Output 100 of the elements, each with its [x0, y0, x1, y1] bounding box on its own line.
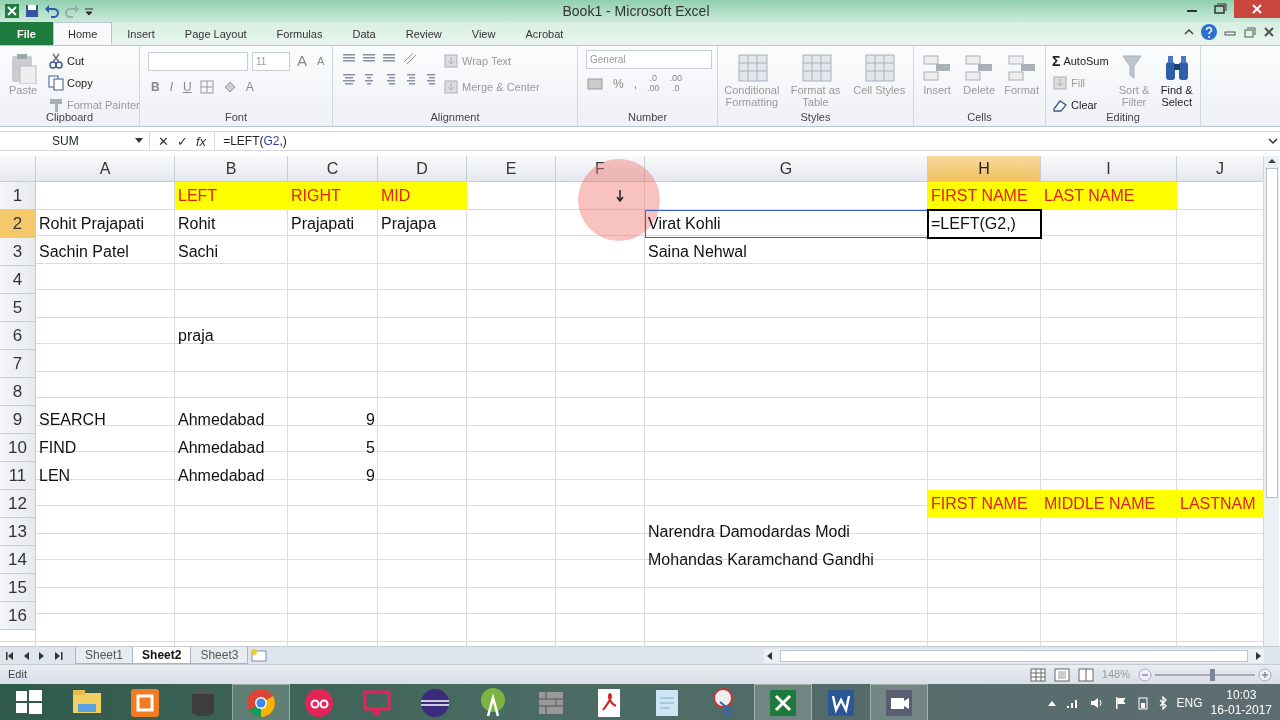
row-header[interactable]: 3 — [0, 238, 36, 266]
table-cell[interactable]: MID — [378, 182, 467, 210]
ribbon-tab[interactable]: Page Layout — [169, 22, 262, 45]
ribbon-tab[interactable]: Home — [52, 22, 113, 45]
table-cell[interactable]: Ahmedabad — [175, 406, 288, 434]
column-header[interactable]: A — [36, 156, 175, 182]
table-cell[interactable]: FIRST NAME — [928, 490, 1041, 518]
battery-icon[interactable] — [1136, 696, 1149, 710]
save-icon[interactable] — [24, 3, 40, 19]
table-cell[interactable]: Ahmedabad — [175, 434, 288, 462]
table-cell[interactable]: Narendra Damodardas Modi — [645, 518, 928, 546]
sheet-tab[interactable]: Sheet2 — [132, 647, 192, 664]
row-header[interactable]: 9 — [0, 406, 36, 434]
customize-icon[interactable] — [84, 5, 94, 17]
ribbon-button[interactable]: Σ AutoSum — [1050, 50, 1111, 72]
table-cell[interactable]: praja — [175, 322, 288, 350]
enter-button[interactable]: ✓ — [177, 132, 188, 150]
row-header[interactable]: 14 — [0, 546, 36, 574]
ribbon-tab[interactable]: Formulas — [261, 22, 338, 45]
table-cell[interactable]: =LEFT(G2,) — [928, 210, 1041, 238]
table-cell[interactable]: LAST NAME — [1041, 182, 1177, 210]
row-header[interactable]: 1 — [0, 182, 36, 210]
excel-logo-icon[interactable] — [4, 3, 20, 19]
column-header[interactable]: H — [928, 156, 1041, 182]
shrink-font-button[interactable]: A — [314, 50, 328, 72]
table-cell[interactable]: Saina Nehwal — [645, 238, 928, 266]
scissors-icon[interactable] — [48, 53, 64, 69]
dropdown-icon[interactable] — [135, 138, 143, 144]
table-cell[interactable]: Prajapati — [288, 210, 378, 238]
formula-field[interactable]: =LEFT(G2,) — [215, 132, 1266, 150]
table-cell[interactable]: Sachi — [175, 238, 288, 266]
decrease-decimal-button[interactable]: .00 .0 — [666, 73, 686, 95]
row-header[interactable]: 4 — [0, 266, 36, 294]
row-header[interactable]: 8 — [0, 378, 36, 406]
table-cell[interactable]: Rohit Prajapati — [36, 210, 175, 238]
table-cell[interactable]: Mohandas Karamchand Gandhi — [645, 546, 928, 574]
taskbar-clock[interactable]: 10:03 16-01-2017 — [1210, 688, 1272, 718]
column-header[interactable]: I — [1041, 156, 1177, 182]
row-header[interactable]: 13 — [0, 518, 36, 546]
ribbon-tab[interactable]: Review — [390, 22, 457, 45]
font-name-field[interactable] — [148, 51, 248, 71]
table-cell[interactable]: LASTNAM — [1177, 490, 1264, 518]
row-header[interactable]: 12 — [0, 490, 36, 518]
row-header[interactable]: 5 — [0, 294, 36, 322]
name-box[interactable]: SUM — [0, 132, 150, 150]
column-header[interactable]: B — [175, 156, 288, 182]
slider-thumb[interactable] — [1210, 668, 1216, 681]
table-cell[interactable]: 9 — [288, 406, 378, 434]
percent-button[interactable]: % — [610, 73, 627, 95]
sheet-tab[interactable]: Sheet3 — [190, 647, 249, 664]
column-header[interactable]: D — [378, 156, 467, 182]
row-header[interactable]: 2 — [0, 210, 36, 238]
close-icon[interactable] — [1234, 0, 1280, 18]
table-cell[interactable]: LEN — [36, 462, 175, 490]
italic-button[interactable]: I — [166, 76, 176, 98]
sheet-first-icon[interactable] — [4, 649, 16, 662]
page-break-icon[interactable] — [1077, 667, 1094, 682]
volume-icon[interactable] — [1088, 696, 1105, 710]
ribbon-tab[interactable]: Acrobat — [510, 22, 579, 45]
table-cell[interactable]: Rohit — [175, 210, 288, 238]
normal-view-icon[interactable] — [1029, 667, 1046, 682]
table-cell[interactable]: Sachin Patel — [36, 238, 175, 266]
show-hidden-icon[interactable] — [1046, 699, 1057, 707]
table-cell[interactable]: SEARCH — [36, 406, 175, 434]
insert-function-button[interactable]: fx — [196, 132, 207, 150]
ribbon-button[interactable]: Find & Select — [1157, 50, 1196, 116]
table-cell[interactable]: 5 — [288, 434, 378, 462]
row-header[interactable]: 7 — [0, 350, 36, 378]
column-header[interactable]: F — [556, 156, 645, 182]
close-icon[interactable] — [1262, 25, 1276, 39]
row-header[interactable]: 15 — [0, 574, 36, 602]
ribbon-button[interactable]: Copy — [46, 72, 142, 94]
row-header[interactable]: 6 — [0, 322, 36, 350]
column-header[interactable]: J — [1177, 156, 1264, 182]
row-header[interactable]: 16 — [0, 602, 36, 630]
ribbon-tab[interactable]: Insert — [112, 22, 170, 45]
table-cell[interactable]: RIGHT — [288, 182, 378, 210]
row-header[interactable]: 10 — [0, 434, 36, 462]
column-header[interactable]: E — [467, 156, 556, 182]
undo-icon[interactable] — [44, 3, 60, 19]
copy-icon[interactable] — [48, 75, 64, 91]
table-cell[interactable]: Virat Kohli — [645, 210, 928, 238]
sheet-tab[interactable]: Sheet1 — [75, 647, 134, 664]
table-cell[interactable]: FIRST NAME — [928, 182, 1041, 210]
cancel-button[interactable]: ✕ — [158, 132, 169, 150]
file-tab[interactable]: File — [0, 22, 53, 45]
taskbar-button[interactable] — [870, 684, 928, 720]
horizontal-scrollbar[interactable] — [764, 648, 1264, 663]
column-header[interactable]: G — [645, 156, 928, 182]
taskbar-button[interactable] — [754, 684, 812, 720]
ribbon-tab[interactable]: View — [456, 22, 511, 45]
sheet-last-icon[interactable] — [52, 649, 64, 662]
ribbon-tab[interactable]: Data — [337, 22, 391, 45]
table-cell[interactable]: LEFT — [175, 182, 288, 210]
table-cell[interactable]: Prajapa — [378, 210, 467, 238]
increase-decimal-button[interactable]: .0 .00 — [644, 73, 663, 95]
table-cell[interactable]: 9 — [288, 462, 378, 490]
ribbon-button[interactable]: Cut — [46, 50, 142, 72]
table-cell[interactable]: FIND — [36, 434, 175, 462]
column-header[interactable]: C — [288, 156, 378, 182]
